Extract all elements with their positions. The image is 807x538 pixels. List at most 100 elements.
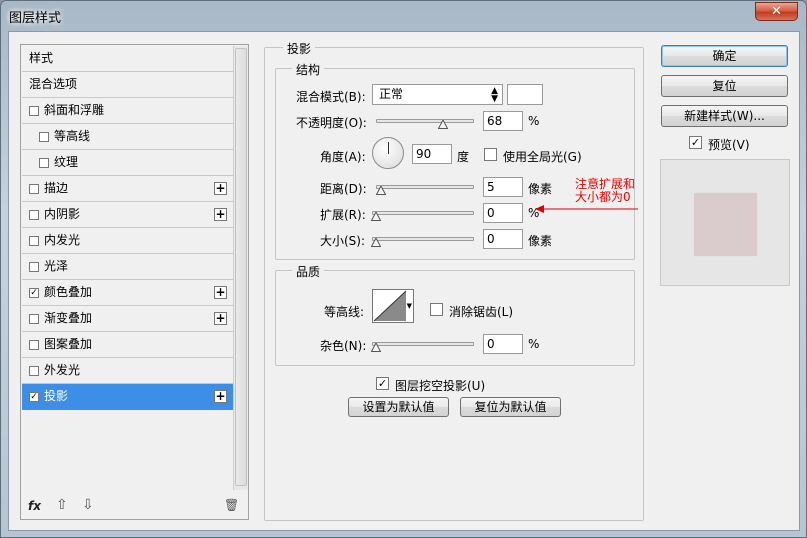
anti-alias-checkbox[interactable] (430, 303, 443, 316)
sidebar-item[interactable]: 描边 + (22, 176, 233, 202)
sidebar-item-label: 混合选项 (29, 77, 78, 91)
scrollbar-thumb[interactable] (235, 48, 247, 486)
add-effect-icon[interactable]: + (214, 390, 227, 403)
sidebar-item[interactable]: ✓ 颜色叠加 + (22, 280, 233, 306)
sidebar-item[interactable]: 斜面和浮雕 (22, 98, 233, 124)
ok-button[interactable]: 确定 (661, 45, 788, 67)
sidebar-item[interactable]: 样式 (22, 46, 233, 72)
sidebar-item-checkbox[interactable] (29, 210, 39, 220)
sidebar-item-checkbox[interactable]: ✓ (29, 288, 39, 298)
sidebar-item[interactable]: 内阴影 + (22, 202, 233, 228)
blend-mode-label: 混合模式(B): (296, 90, 366, 104)
sidebar-item-checkbox[interactable]: ✓ (29, 392, 39, 402)
blend-mode-select[interactable]: 正常 ▲ ▼ (372, 84, 503, 105)
spread-label: 扩展(R): (320, 208, 366, 222)
distance-unit: 像素 (528, 182, 553, 196)
add-effect-icon[interactable]: + (214, 286, 227, 299)
distance-input[interactable]: 5 (483, 177, 523, 197)
contour-picker[interactable]: ▼ (372, 289, 414, 323)
style-list-scrollbar[interactable] (233, 46, 248, 490)
style-list-toolbar: fx ⇧ ⇩ 🗑 (22, 497, 247, 519)
sidebar-item-label: 内发光 (44, 233, 81, 247)
shadow-color-swatch[interactable] (507, 84, 543, 105)
knockout-checkbox[interactable]: ✓ (376, 377, 389, 390)
annotation-text: 注意扩展和 大小都为0 (575, 178, 635, 204)
sidebar-item[interactable]: ✓ 投影 + (22, 384, 233, 410)
sidebar-item[interactable]: 纹理 (22, 150, 233, 176)
angle-unit: 度 (457, 150, 470, 164)
spread-input[interactable]: 0 (483, 203, 523, 223)
global-light-checkbox[interactable] (484, 148, 497, 161)
add-effect-icon[interactable]: + (214, 182, 227, 195)
new-style-button[interactable]: 新建样式(W)... (661, 105, 788, 127)
sidebar-item[interactable]: 外发光 (22, 358, 233, 384)
sidebar-item-label: 渐变叠加 (44, 311, 93, 325)
sidebar-item-checkbox[interactable] (29, 262, 39, 272)
sidebar-item[interactable]: 内发光 (22, 228, 233, 254)
sidebar-item[interactable]: 渐变叠加 + (22, 306, 233, 332)
angle-needle (388, 142, 389, 154)
annotation-line-2: 大小都为0 (575, 190, 631, 204)
move-up-icon[interactable]: ⇧ (56, 497, 68, 513)
size-input[interactable]: 0 (483, 229, 523, 249)
sidebar-item-label: 等高线 (54, 129, 91, 143)
sidebar-item-label: 描边 (44, 181, 69, 195)
opacity-label: 不透明度(O): (296, 116, 367, 130)
opacity-slider-thumb[interactable] (437, 120, 448, 129)
noise-slider[interactable] (372, 342, 474, 346)
preview-area (660, 159, 790, 286)
size-label: 大小(S): (320, 234, 366, 248)
title-bar[interactable]: 图层样式 ✕ (1, 1, 806, 31)
add-effect-icon[interactable]: + (214, 312, 227, 325)
sidebar-item[interactable]: 光泽 (22, 254, 233, 280)
spread-slider-thumb[interactable] (371, 212, 381, 221)
noise-slider-thumb[interactable] (371, 343, 381, 352)
sidebar-item-checkbox[interactable] (29, 106, 39, 116)
distance-slider[interactable] (376, 185, 474, 189)
style-list: 样式 混合选项 斜面和浮雕 等高线 纹理 描边 + 内阴影 + 内发光 光泽 ✓ 颜色叠加 + 渐变叠加 + 图… (22, 46, 233, 410)
angle-dial[interactable] (372, 137, 404, 169)
sidebar-item-checkbox[interactable] (39, 158, 49, 168)
style-list-panel: 样式 混合选项 斜面和浮雕 等高线 纹理 描边 + 内阴影 + 内发光 光泽 ✓ 颜色叠加 + 渐变叠加 + 图… (20, 44, 249, 520)
noise-input[interactable]: 0 (483, 334, 523, 354)
sidebar-item-checkbox[interactable] (29, 340, 39, 350)
quality-title: 品质 (292, 263, 325, 280)
quality-group: 品质 等高线: ▼ 消除锯齿(L) 杂色(N): 0 % (275, 263, 635, 366)
spread-slider[interactable] (372, 211, 474, 215)
close-button[interactable]: ✕ (755, 2, 798, 21)
select-arrows-icon: ▲ ▼ (491, 86, 498, 104)
make-default-button[interactable]: 设置为默认值 (348, 397, 449, 417)
fx-icon[interactable]: fx (28, 499, 41, 513)
sidebar-item-checkbox[interactable] (29, 314, 39, 324)
opacity-slider[interactable] (376, 119, 474, 123)
layer-style-dialog: 图层样式 ✕ 样式 混合选项 斜面和浮雕 等高线 纹理 描边 + 内阴影 + 内发光 光泽 ✓ 颜色叠加… (0, 0, 807, 538)
sidebar-item[interactable]: 图案叠加 (22, 332, 233, 358)
sidebar-item-checkbox[interactable] (29, 366, 39, 376)
sidebar-item-label: 颜色叠加 (44, 285, 93, 299)
dialog-client-area: 样式 混合选项 斜面和浮雕 等高线 纹理 描边 + 内阴影 + 内发光 光泽 ✓ 颜色叠加 + 渐变叠加 + 图… (8, 31, 800, 531)
noise-unit: % (528, 337, 540, 351)
angle-input[interactable]: 90 (412, 144, 452, 164)
reset-default-button[interactable]: 复位为默认值 (460, 397, 561, 417)
structure-group: 结构 混合模式(B): 正常 ▲ ▼ 不透明度(O): 68 % 角度(A): 9… (275, 61, 635, 260)
contour-label: 等高线: (324, 305, 365, 319)
size-slider[interactable] (372, 237, 474, 241)
sidebar-item-checkbox[interactable] (29, 184, 39, 194)
noise-label: 杂色(N): (320, 339, 367, 353)
trash-icon[interactable]: 🗑 (224, 498, 239, 512)
size-slider-thumb[interactable] (371, 238, 381, 247)
reset-button[interactable]: 复位 (661, 75, 788, 97)
window-title: 图层样式 (9, 11, 62, 26)
sidebar-item-checkbox[interactable] (29, 236, 39, 246)
preview-checkbox[interactable]: ✓ (689, 136, 702, 149)
size-unit: 像素 (528, 234, 553, 248)
angle-label: 角度(A): (320, 150, 366, 164)
sidebar-item-checkbox[interactable] (39, 132, 49, 142)
opacity-input[interactable]: 68 (483, 111, 523, 131)
distance-slider-thumb[interactable] (376, 186, 386, 195)
move-down-icon[interactable]: ⇩ (82, 497, 94, 513)
add-effect-icon[interactable]: + (214, 208, 227, 221)
sidebar-item[interactable]: 等高线 (22, 124, 233, 150)
sidebar-item[interactable]: 混合选项 (22, 72, 233, 98)
sidebar-item-label: 图案叠加 (44, 337, 93, 351)
